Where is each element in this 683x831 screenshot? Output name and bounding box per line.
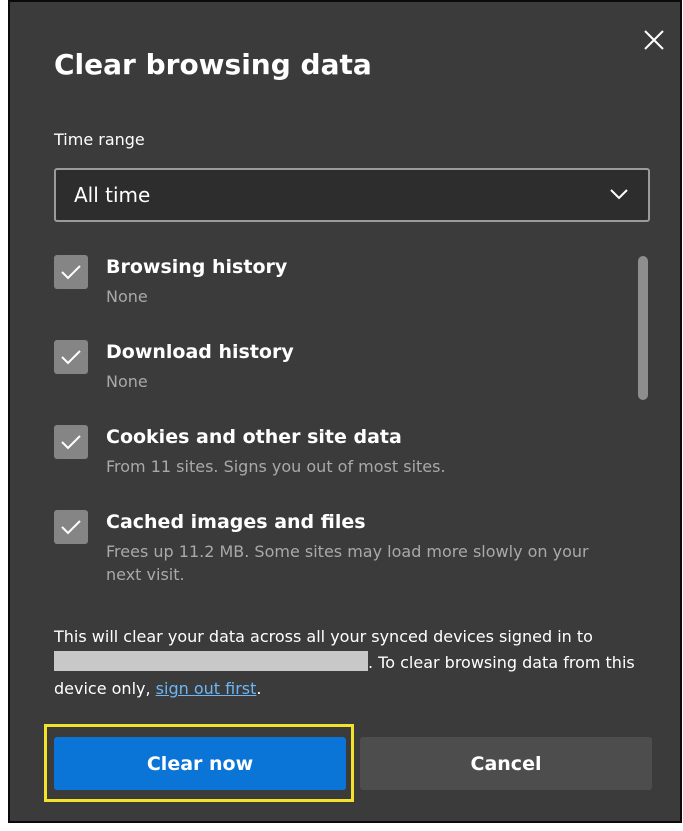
browsing-history-checkbox[interactable]: [54, 255, 88, 289]
options-scrollbar[interactable]: [638, 256, 648, 400]
browsing-history-description: None: [106, 287, 148, 306]
sync-note-text-3: .: [256, 679, 262, 698]
cookies-label: Cookies and other site data: [106, 426, 402, 448]
sign-out-link[interactable]: sign out first: [156, 679, 257, 698]
cached-files-description: Frees up 11.2 MB. Some sites may load mo…: [106, 542, 589, 584]
dialog-title: Clear browsing data: [54, 48, 372, 81]
browsing-history-option: Browsing history None: [54, 255, 614, 315]
download-history-label: Download history: [106, 341, 294, 363]
checkmark-icon: [61, 350, 81, 365]
close-icon: [644, 30, 664, 50]
redacted-account: [54, 651, 368, 671]
chevron-down-icon: [610, 189, 628, 200]
cookies-checkbox[interactable]: [54, 425, 88, 459]
cached-files-checkbox[interactable]: [54, 510, 88, 544]
clear-now-button[interactable]: Clear now: [54, 737, 346, 790]
cookies-description: From 11 sites. Signs you out of most sit…: [106, 457, 446, 476]
cached-files-label: Cached images and files: [106, 511, 366, 533]
download-history-checkbox[interactable]: [54, 340, 88, 374]
download-history-description: None: [106, 372, 148, 391]
time-range-dropdown[interactable]: All time: [54, 168, 650, 222]
close-button[interactable]: [642, 28, 666, 52]
checkmark-icon: [61, 435, 81, 450]
cookies-option: Cookies and other site data From 11 site…: [54, 425, 614, 485]
time-range-value: All time: [74, 183, 151, 207]
checkmark-icon: [61, 520, 81, 535]
cancel-button[interactable]: Cancel: [360, 737, 652, 790]
download-history-option: Download history None: [54, 340, 614, 400]
browsing-history-label: Browsing history: [106, 256, 288, 278]
cached-files-option: Cached images and files Frees up 11.2 MB…: [54, 510, 614, 590]
sync-note-text: This will clear your data across all you…: [54, 627, 593, 646]
checkmark-icon: [61, 265, 81, 280]
time-range-label: Time range: [54, 130, 145, 149]
sync-note: This will clear your data across all you…: [54, 624, 654, 702]
clear-browsing-data-dialog: Clear browsing data Time range All time …: [8, 0, 682, 823]
